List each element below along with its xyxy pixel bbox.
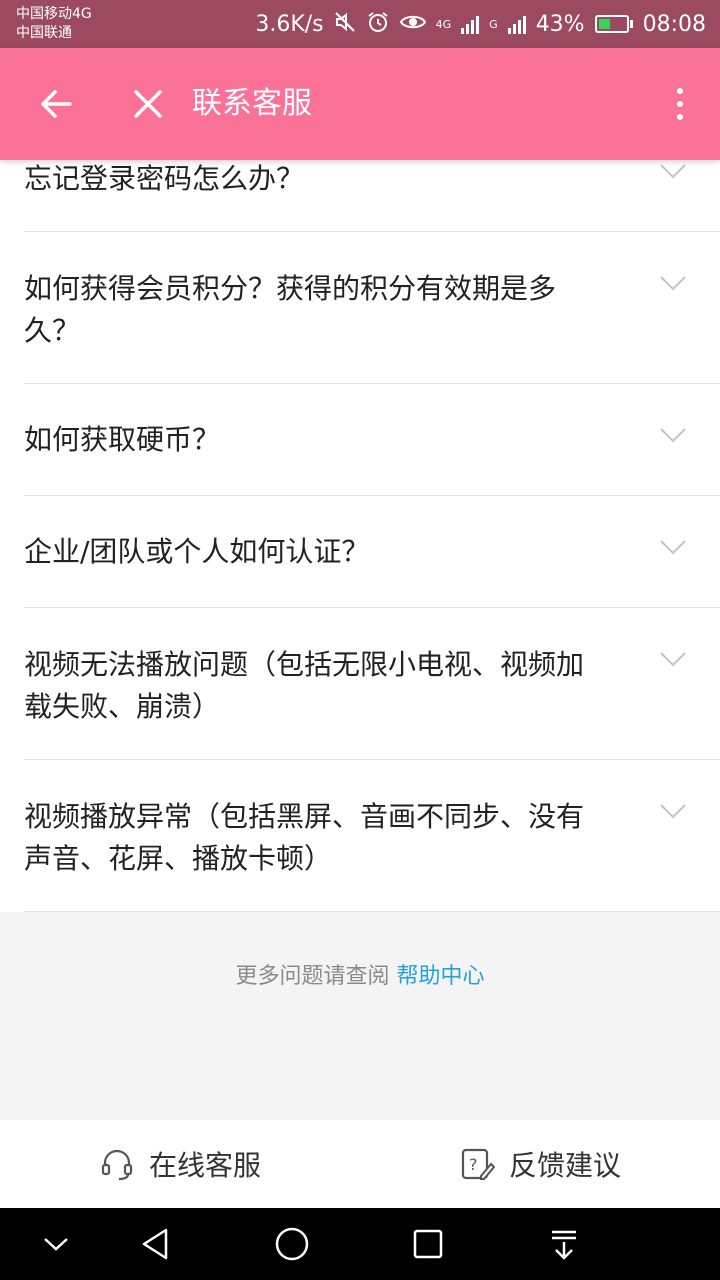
eye-icon	[399, 12, 426, 37]
svg-text:?: ?	[469, 1155, 478, 1174]
chevron-down-icon	[660, 652, 686, 666]
faq-question: 忘记登录密码怎么办？	[24, 162, 305, 195]
online-service-button[interactable]: 在线客服	[0, 1120, 360, 1208]
clock: 08:08	[642, 11, 706, 37]
app-bar: 联系客服	[0, 48, 720, 160]
feedback-label: 反馈建议	[508, 1149, 621, 1182]
system-nav-bar	[0, 1208, 720, 1280]
faq-list: 忘记登录密码怎么办？ 如何获得会员积分？获得的积分有效期是多久？ 如何获取硬币？…	[0, 160, 720, 912]
close-button[interactable]	[128, 84, 168, 124]
carrier-1: 中国移动4G	[16, 6, 92, 22]
signal-icon-2	[507, 14, 526, 34]
faq-question: 企业/团队或个人如何认证？	[24, 535, 370, 568]
faq-item[interactable]: 如何获取硬币？	[0, 384, 720, 496]
home-circle-icon[interactable]	[272, 1224, 312, 1264]
faq-item[interactable]: 企业/团队或个人如何认证？	[0, 496, 720, 608]
notification-pull-icon[interactable]	[544, 1224, 584, 1264]
status-bar: 中国移动4G 中国联通 3.6K/s 4G G 43% 08:08	[0, 0, 720, 48]
recents-square-icon[interactable]	[408, 1224, 448, 1264]
chevron-down-icon[interactable]	[36, 1224, 76, 1264]
mute-icon	[334, 11, 356, 38]
network-type-2: G	[489, 17, 498, 31]
arrow-left-icon	[41, 90, 72, 118]
chevron-down-icon	[660, 804, 686, 818]
feedback-button[interactable]: ? 反馈建议	[360, 1120, 720, 1208]
page-title: 联系客服	[192, 86, 312, 121]
divider	[24, 911, 720, 912]
faq-question: 视频无法播放问题（包括无限小电视、视频加载失败、崩溃）	[24, 648, 585, 723]
signal-icon	[461, 14, 480, 34]
chevron-down-icon	[660, 164, 686, 178]
faq-item[interactable]: 视频播放异常（包括黑屏、音画不同步、没有声音、花屏、播放卡顿）	[0, 760, 720, 912]
help-text: 更多问题请查阅	[235, 964, 390, 989]
battery-icon	[594, 15, 633, 33]
faq-question: 视频播放异常（包括黑屏、音画不同步、没有声音、花屏、播放卡顿）	[24, 800, 585, 875]
faq-item[interactable]: 如何获得会员积分？获得的积分有效期是多久？	[0, 232, 720, 384]
more-vertical-icon	[677, 87, 683, 94]
close-icon	[134, 90, 162, 118]
faq-item[interactable]: 视频无法播放问题（包括无限小电视、视频加载失败、崩溃）	[0, 608, 720, 760]
carrier-info: 中国移动4G 中国联通	[16, 5, 92, 43]
bottom-action-bar: 在线客服 ? 反馈建议	[0, 1120, 720, 1208]
headset-icon	[101, 1149, 133, 1181]
chevron-down-icon	[660, 540, 686, 554]
help-center-link[interactable]: 帮助中心	[397, 964, 485, 989]
chevron-down-icon	[660, 428, 686, 442]
network-speed: 3.6K/s	[255, 11, 324, 37]
chevron-down-icon	[660, 276, 686, 290]
status-icons: 3.6K/s 4G G 43% 08:08	[255, 0, 706, 48]
faq-question: 如何获取硬币？	[24, 423, 221, 456]
carrier-2: 中国联通	[16, 25, 72, 41]
back-triangle-icon[interactable]	[136, 1224, 176, 1264]
help-center-line: 更多问题请查阅 帮助中心	[0, 958, 720, 990]
more-button[interactable]	[672, 84, 688, 124]
battery-percent: 43%	[535, 11, 585, 37]
back-button[interactable]	[36, 84, 76, 124]
faq-question: 如何获得会员积分？获得的积分有效期是多久？	[24, 272, 557, 347]
feedback-edit-icon: ?	[461, 1148, 495, 1180]
alarm-icon	[366, 10, 390, 39]
faq-item[interactable]: 忘记登录密码怎么办？	[0, 160, 720, 232]
online-service-label: 在线客服	[148, 1149, 261, 1182]
network-type-1: 4G	[435, 17, 452, 31]
